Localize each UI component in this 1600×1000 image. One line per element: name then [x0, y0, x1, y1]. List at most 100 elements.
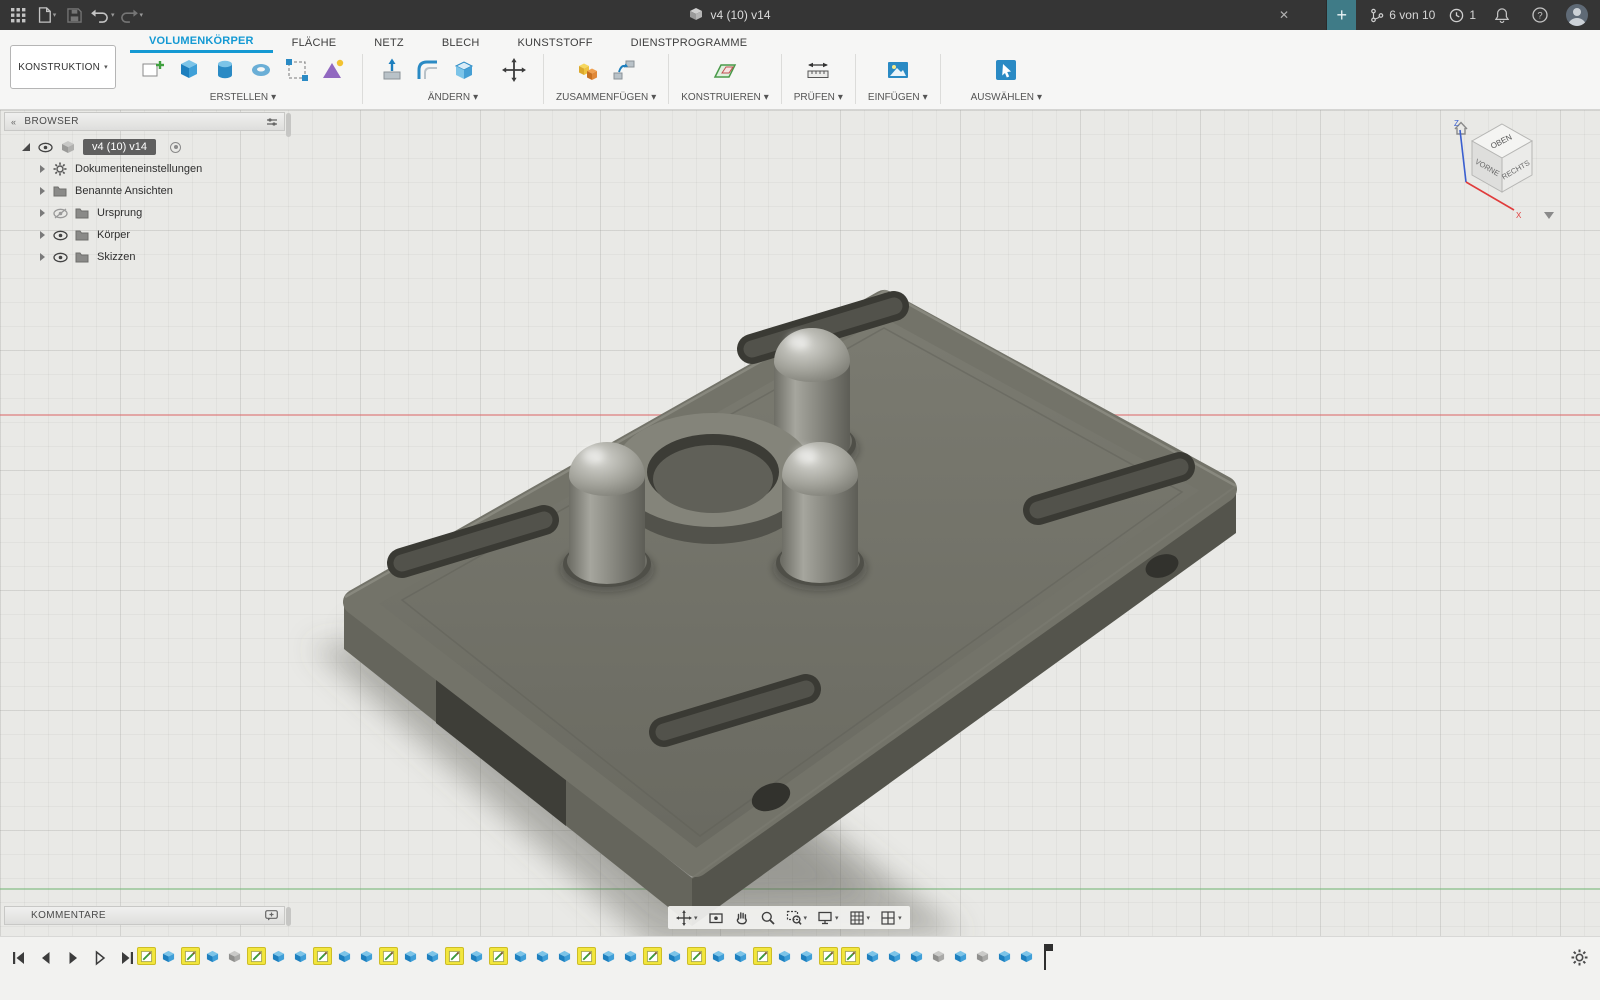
help-icon[interactable]: ? — [1528, 0, 1552, 30]
timeline-sketch-12[interactable] — [379, 947, 398, 965]
add-comment-icon[interactable] — [265, 910, 278, 921]
expand-arrow-icon[interactable] — [40, 165, 45, 173]
timeline-step-forward-icon[interactable] — [91, 949, 109, 967]
timeline-feature-40[interactable] — [995, 947, 1014, 965]
auswaehlen-dropdown[interactable]: AUSWÄHLEN ▾ — [971, 92, 1042, 103]
timeline-feature-2[interactable] — [159, 947, 178, 965]
combine-icon[interactable] — [571, 52, 605, 88]
browser-header[interactable]: « BROWSER — [4, 112, 285, 131]
timeline-feature-11[interactable] — [357, 947, 376, 965]
comments-header[interactable]: KOMMENTARE — [4, 906, 285, 925]
viewcube-menu-icon[interactable] — [1544, 212, 1554, 219]
select-icon[interactable] — [989, 52, 1023, 88]
timeline-sketch-3[interactable] — [181, 947, 200, 965]
viewcube-cube[interactable]: OBEN VORNE RECHTS — [1470, 123, 1534, 193]
collapse-browser-icon[interactable]: « — [11, 117, 16, 127]
timeline-skip-end-icon[interactable] — [118, 949, 136, 967]
pruefen-dropdown[interactable]: PRÜFEN ▾ — [794, 92, 843, 103]
timeline-feature-36[interactable] — [907, 947, 926, 965]
timeline-sketch-26[interactable] — [687, 947, 706, 965]
timeline-sketch-21[interactable] — [577, 947, 596, 965]
timeline-step-back-icon[interactable] — [37, 949, 55, 967]
construction-plane-icon[interactable] — [708, 52, 742, 88]
expand-arrow-icon[interactable] — [40, 209, 45, 217]
press-pull-icon[interactable] — [375, 52, 409, 88]
aendern-dropdown[interactable]: ÄNDERN ▾ — [428, 92, 478, 103]
create-form-icon[interactable] — [316, 52, 350, 88]
expand-arrow-icon[interactable] — [40, 253, 45, 261]
user-avatar[interactable] — [1566, 4, 1588, 26]
timeline-sketch-15[interactable] — [445, 947, 464, 965]
fillet-icon[interactable] — [411, 52, 445, 88]
file-menu-icon[interactable]: ▾ — [34, 0, 58, 30]
expand-arrow-icon[interactable] — [40, 187, 45, 195]
timeline-settings-gear-icon[interactable] — [1571, 949, 1588, 971]
create-sketch-icon[interactable] — [136, 52, 170, 88]
expand-arrow-icon[interactable] — [22, 143, 30, 151]
joint-icon[interactable] — [607, 52, 641, 88]
timeline-feature-28[interactable] — [731, 947, 750, 965]
browser-row-koerper[interactable]: Körper — [4, 224, 285, 246]
timeline-feature-41[interactable] — [1017, 947, 1036, 965]
torus-icon[interactable] — [244, 52, 278, 88]
timeline-play-icon[interactable] — [64, 949, 82, 967]
timeline-feature-14[interactable] — [423, 947, 442, 965]
visibility-eye-off-icon[interactable] — [53, 207, 68, 219]
timeline-skip-start-icon[interactable] — [10, 949, 28, 967]
visibility-eye-icon[interactable] — [53, 252, 68, 263]
comments-scrollbar[interactable] — [286, 907, 291, 926]
display-settings-icon[interactable]: ▾ — [813, 907, 843, 928]
timeline-sketch-33[interactable] — [841, 947, 860, 965]
move-icon[interactable] — [497, 52, 531, 88]
workspace-selector-button[interactable]: KONSTRUKTION ▾ — [10, 45, 116, 89]
job-status[interactable]: 1 — [1449, 8, 1476, 23]
timeline-feature-22[interactable] — [599, 947, 618, 965]
timeline-feature-16[interactable] — [467, 947, 486, 965]
browser-root-row[interactable]: v4 (10) v14 — [4, 136, 285, 158]
zoom-window-icon[interactable]: ▾ — [782, 907, 812, 928]
undo-icon[interactable]: ▾ — [90, 0, 115, 30]
zusammenfuegen-dropdown[interactable]: ZUSAMMENFÜGEN ▾ — [556, 92, 656, 103]
look-at-icon[interactable] — [704, 907, 728, 928]
timeline-sketch-1[interactable] — [137, 947, 156, 965]
pattern-icon[interactable] — [280, 52, 314, 88]
cylinder-icon[interactable] — [208, 52, 242, 88]
timeline-playhead[interactable] — [1042, 942, 1056, 977]
timeline-feature-13[interactable] — [401, 947, 420, 965]
timeline-feature-34[interactable] — [863, 947, 882, 965]
pan-icon[interactable]: ▾ — [672, 907, 702, 928]
browser-row-ursprung[interactable]: Ursprung — [4, 202, 285, 224]
visibility-eye-icon[interactable] — [53, 230, 68, 241]
viewcube[interactable]: Z X OBEN VORNE RECHTS — [1450, 112, 1556, 226]
timeline-feature-25[interactable] — [665, 947, 684, 965]
viewports-icon[interactable]: ▾ — [876, 907, 906, 928]
root-component-name[interactable]: v4 (10) v14 — [83, 139, 157, 155]
erstellen-dropdown[interactable]: ERSTELLEN ▾ — [210, 92, 276, 103]
timeline-feature-30[interactable] — [775, 947, 794, 965]
timeline-feature-18[interactable] — [511, 947, 530, 965]
redo-icon[interactable]: ▾ — [119, 0, 143, 30]
timeline-feature-gray-39[interactable] — [973, 947, 992, 965]
timeline-feature-27[interactable] — [709, 947, 728, 965]
timeline-feature-20[interactable] — [555, 947, 574, 965]
shell-icon[interactable] — [447, 52, 481, 88]
zoom-icon[interactable] — [756, 907, 780, 928]
konstruieren-dropdown[interactable]: KONSTRUIEREN ▾ — [681, 92, 768, 103]
timeline-sketch-9[interactable] — [313, 947, 332, 965]
version-status[interactable]: 6 von 10 — [1370, 8, 1435, 23]
notifications-bell-icon[interactable] — [1490, 0, 1514, 30]
timeline-feature-gray-5[interactable] — [225, 947, 244, 965]
activate-component-radio[interactable] — [170, 141, 182, 153]
timeline-feature-38[interactable] — [951, 947, 970, 965]
timeline-feature-19[interactable] — [533, 947, 552, 965]
insert-image-icon[interactable] — [881, 52, 915, 88]
save-icon[interactable] — [62, 0, 86, 30]
browser-row-benannte-ansichten[interactable]: Benannte Ansichten — [4, 180, 285, 202]
browser-row-skizzen[interactable]: Skizzen — [4, 246, 285, 268]
browser-scrollbar[interactable] — [286, 113, 291, 137]
timeline-feature-10[interactable] — [335, 947, 354, 965]
timeline-feature-23[interactable] — [621, 947, 640, 965]
timeline-sketch-32[interactable] — [819, 947, 838, 965]
timeline-feature-35[interactable] — [885, 947, 904, 965]
timeline-sketch-29[interactable] — [753, 947, 772, 965]
